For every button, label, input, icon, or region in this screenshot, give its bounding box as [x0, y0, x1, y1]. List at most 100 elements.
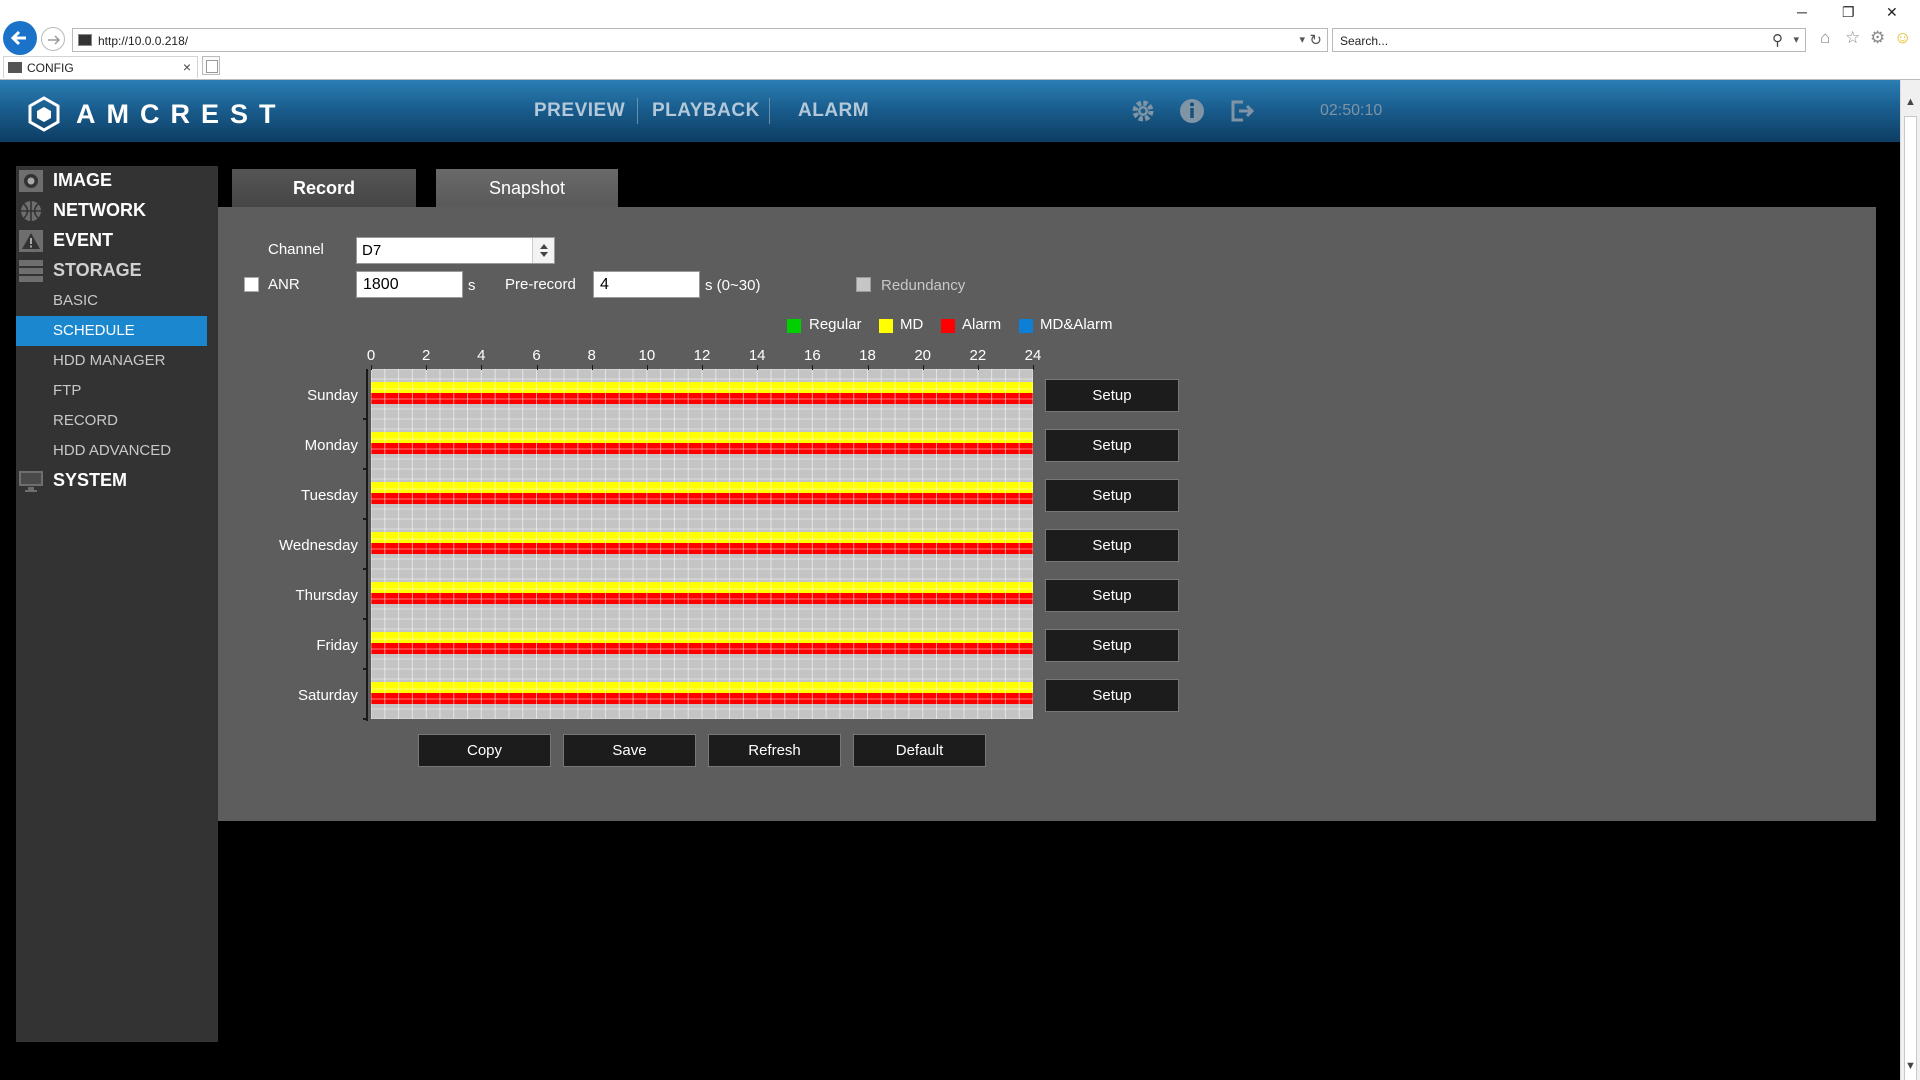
setup-button-label: Setup: [1092, 437, 1132, 454]
refresh-icon[interactable]: ↻: [1309, 31, 1322, 49]
day-label-friday: Friday: [316, 637, 358, 654]
sidebar-item-hdd-manager[interactable]: HDD MANAGER: [16, 346, 218, 376]
tab-record[interactable]: Record: [232, 169, 416, 207]
hour-tick-label: 8: [587, 347, 596, 364]
day-label-tuesday: Tuesday: [301, 487, 358, 504]
page-scrollbar[interactable]: ▲ ▼: [1900, 80, 1920, 1080]
sidebar-item-hdd-advanced[interactable]: HDD ADVANCED: [16, 436, 218, 466]
sidebar-item-record[interactable]: RECORD: [16, 406, 218, 436]
sidebar-item-ftp[interactable]: FTP: [16, 376, 218, 406]
legend-swatch-regular: [787, 319, 801, 333]
schedule-grid[interactable]: [371, 369, 1033, 719]
setup-button-thursday[interactable]: Setup: [1045, 579, 1179, 612]
info-icon[interactable]: [1178, 97, 1206, 125]
brand-name: AMCREST: [76, 99, 287, 129]
setup-button-label: Setup: [1092, 487, 1132, 504]
search-dropdown-icon[interactable]: ▾: [1793, 33, 1799, 46]
hour-tick-mark: [1033, 365, 1034, 370]
tab-close-icon[interactable]: ×: [183, 59, 191, 75]
anr-input[interactable]: 1800: [356, 271, 463, 298]
nav-preview[interactable]: PREVIEW: [534, 100, 625, 122]
scroll-up-icon[interactable]: ▲: [1901, 96, 1920, 108]
sidebar-item-event[interactable]: EVENT: [16, 226, 218, 256]
channel-value: D7: [362, 242, 382, 259]
select-arrows-icon: [532, 238, 554, 263]
setup-button-wednesday[interactable]: Setup: [1045, 529, 1179, 562]
address-bar[interactable]: http://10.0.0.218/ ▾ ↻: [72, 28, 1328, 52]
gear-icon[interactable]: [1129, 97, 1157, 125]
close-window-button[interactable]: ✕: [1886, 4, 1898, 21]
forward-button[interactable]: [41, 27, 65, 51]
new-tab-button[interactable]: [202, 56, 220, 75]
hour-tick-mark: [923, 365, 924, 370]
hour-tick-label: 14: [748, 347, 766, 364]
hour-tick-mark: [537, 365, 538, 370]
sidebar-item-storage[interactable]: STORAGE: [16, 256, 218, 286]
channel-select[interactable]: D7: [356, 237, 555, 264]
day-row-tick: [363, 418, 367, 420]
redundancy-checkbox[interactable]: [856, 277, 871, 292]
sidebar-item-network[interactable]: NETWORK: [16, 196, 218, 226]
prerecord-input[interactable]: 4: [593, 271, 700, 298]
anr-checkbox[interactable]: [244, 277, 259, 292]
setup-button-tuesday[interactable]: Setup: [1045, 479, 1179, 512]
sidebar-item-label: STORAGE: [53, 260, 142, 280]
sidebar-item-label: IMAGE: [53, 170, 113, 190]
nav-playback[interactable]: PLAYBACK: [652, 100, 760, 122]
browser-tab-config[interactable]: CONFIG ×: [3, 56, 198, 78]
default-button[interactable]: Default: [853, 734, 986, 767]
day-label-sunday: Sunday: [307, 387, 358, 404]
setup-button-monday[interactable]: Setup: [1045, 429, 1179, 462]
sidebar-item-label: NETWORK: [53, 200, 146, 220]
save-button[interactable]: Save: [563, 734, 696, 767]
nav-alarm[interactable]: ALARM: [798, 100, 869, 122]
scroll-down-icon[interactable]: ▼: [1901, 1060, 1920, 1072]
minimize-button[interactable]: ─: [1797, 4, 1807, 20]
sidebar-item-image[interactable]: IMAGE: [16, 166, 218, 196]
day-label-monday: Monday: [304, 437, 358, 454]
day-row-tick: [363, 468, 367, 470]
legend-swatch-md: [879, 319, 893, 333]
prerecord-label: Pre-record: [505, 276, 576, 293]
legend-md-alarm: MD&Alarm: [1040, 316, 1113, 333]
hour-tick-label: 10: [638, 347, 656, 364]
sidebar-item-label: FTP: [53, 382, 82, 399]
search-placeholder: Search...: [1340, 34, 1389, 48]
hour-tick-label: 22: [969, 347, 987, 364]
sidebar-item-label: BASIC: [53, 292, 99, 309]
restore-button[interactable]: ❐: [1842, 4, 1855, 21]
day-row-tick: [363, 618, 367, 620]
sidebar-item-system[interactable]: SYSTEM: [16, 466, 218, 496]
legend-regular: Regular: [809, 316, 862, 333]
browser-search-input[interactable]: Search... ⚲ ▾: [1332, 28, 1806, 52]
setup-button-friday[interactable]: Setup: [1045, 629, 1179, 662]
smiley-icon[interactable]: ☺: [1894, 28, 1911, 48]
address-dropdown-icon[interactable]: ▾: [1299, 33, 1305, 46]
device-clock: 02:50:10: [1320, 102, 1383, 119]
forward-arrow-icon: [48, 35, 61, 45]
settings-gear-icon[interactable]: ⚙: [1870, 28, 1885, 48]
favorites-star-icon[interactable]: ☆: [1845, 28, 1860, 48]
scrollbar-thumb[interactable]: [1904, 116, 1917, 1080]
home-icon[interactable]: ⌂: [1820, 28, 1830, 48]
save-button-label: Save: [612, 742, 647, 759]
app-header: AMCREST PREVIEW PLAYBACK ALARM 02:50:10: [0, 80, 1900, 142]
sidebar-item-label: SYSTEM: [53, 470, 128, 490]
sidebar-item-label: SCHEDULE: [53, 322, 135, 339]
setup-button-sunday[interactable]: Setup: [1045, 379, 1179, 412]
copy-button[interactable]: Copy: [418, 734, 551, 767]
sidebar-item-schedule[interactable]: SCHEDULE: [16, 316, 207, 346]
setup-button-saturday[interactable]: Setup: [1045, 679, 1179, 712]
browser-chrome: http://10.0.0.218/ ▾ ↻ Search... ⚲ ▾ ─ ❐…: [0, 0, 1920, 80]
search-icon[interactable]: ⚲: [1772, 31, 1783, 49]
network-icon: [21, 201, 41, 221]
sidebar-item-basic[interactable]: BASIC: [16, 286, 218, 316]
tab-title: CONFIG: [27, 61, 74, 75]
day-row-tick: [363, 518, 367, 520]
hour-tick-label: 6: [532, 347, 541, 364]
back-button[interactable]: [3, 21, 37, 55]
storage-icon: [19, 260, 43, 282]
refresh-button[interactable]: Refresh: [708, 734, 841, 767]
logout-icon[interactable]: [1228, 97, 1256, 125]
tab-snapshot[interactable]: Snapshot: [436, 169, 618, 207]
